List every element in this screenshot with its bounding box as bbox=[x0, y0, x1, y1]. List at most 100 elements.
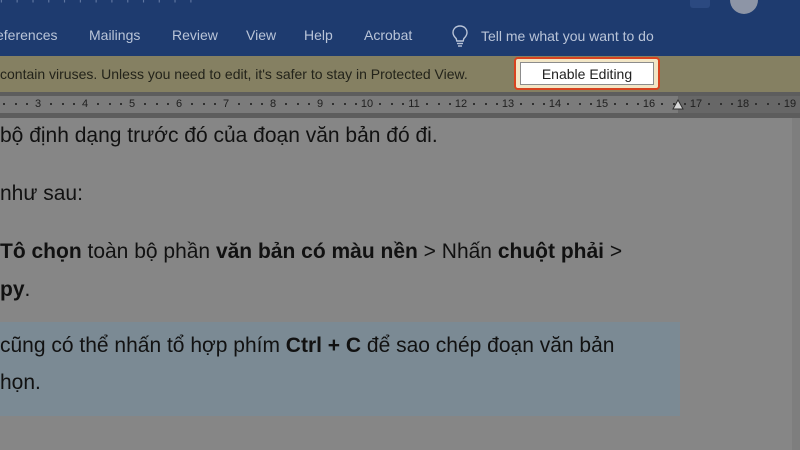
ruler-number: 16 bbox=[642, 98, 656, 110]
ruler-tick bbox=[331, 103, 334, 105]
horizontal-ruler: 3 4 5 6 7 8 9 10 11 12 13 14 15 16 17 18 19 bbox=[0, 92, 800, 118]
doc-text: > Nhấn bbox=[417, 240, 498, 263]
title-bar-button[interactable] bbox=[690, 0, 710, 8]
ruler-tick bbox=[96, 103, 99, 105]
ruler-tick bbox=[378, 103, 381, 105]
tell-me-label: Tell me what you want to do bbox=[481, 28, 654, 44]
tell-me-search[interactable]: Tell me what you want to do bbox=[450, 24, 654, 48]
ruler-tick bbox=[578, 103, 581, 105]
ruler-tick bbox=[496, 103, 499, 105]
doc-text-bold: chuột phải bbox=[497, 240, 604, 263]
ruler-tick bbox=[249, 103, 252, 105]
ruler-number: 12 bbox=[454, 98, 468, 110]
ruler-number: 19 bbox=[783, 98, 797, 110]
document-page[interactable]: bộ định dạng trước đó của đoạn văn bản đ… bbox=[0, 118, 792, 450]
right-indent-marker-icon[interactable] bbox=[672, 99, 684, 111]
avatar[interactable] bbox=[730, 0, 758, 14]
ruler-tick bbox=[754, 103, 757, 105]
ruler-tick bbox=[284, 103, 287, 105]
ruler-tick bbox=[61, 103, 64, 105]
tab-mailings[interactable]: Mailings bbox=[89, 27, 140, 43]
title-bar: ⌐ ⌐ ⌐ ⌐ ⌐ ⌐ ⌐ ⌐ ⌐ ⌐ ⌐ ⌐ ⌐ bbox=[0, 0, 800, 16]
ruler-tick bbox=[425, 103, 428, 105]
ruler-tick bbox=[296, 103, 299, 105]
ruler-number: 18 bbox=[736, 98, 750, 110]
ribbon-tabs: eferences Mailings Review View Help Acro… bbox=[0, 16, 800, 56]
ruler-tick bbox=[261, 103, 264, 105]
ruler-tick bbox=[778, 103, 781, 105]
ruler-tick bbox=[390, 103, 393, 105]
doc-text-bold: Ctrl + C bbox=[285, 334, 362, 357]
enable-editing-button[interactable]: Enable Editing bbox=[520, 62, 654, 85]
ruler-tick bbox=[449, 103, 452, 105]
tab-help[interactable]: Help bbox=[304, 27, 333, 43]
ruler-tick bbox=[14, 103, 17, 105]
tab-references[interactable]: eferences bbox=[0, 27, 57, 43]
ruler-tick bbox=[402, 103, 405, 105]
doc-text: để sao chép đoạn văn bản bbox=[361, 334, 615, 357]
ruler-tick bbox=[625, 103, 628, 105]
doc-text: > bbox=[604, 240, 623, 263]
protected-view-message: contain viruses. Unless you need to edit… bbox=[0, 66, 468, 82]
doc-text-bold: văn bản có màu nền bbox=[215, 240, 418, 263]
ruler-tick bbox=[143, 103, 146, 105]
ruler-tick bbox=[108, 103, 111, 105]
doc-text: . bbox=[24, 278, 31, 301]
ruler-number: 6 bbox=[175, 98, 183, 110]
ruler-tick bbox=[590, 103, 593, 105]
document-area: bộ định dạng trước đó của đoạn văn bản đ… bbox=[0, 118, 800, 450]
ruler-tick bbox=[719, 103, 722, 105]
ruler-number: 17 bbox=[689, 98, 703, 110]
ruler-tick bbox=[190, 103, 193, 105]
doc-line-2: như sau: bbox=[0, 182, 83, 205]
ruler-tick bbox=[308, 103, 311, 105]
ruler-tick bbox=[214, 103, 217, 105]
doc-line-6: họn. bbox=[0, 371, 41, 394]
doc-text: cũng có thể nhấn tổ hợp phím bbox=[0, 334, 286, 357]
ruler-number: 10 bbox=[360, 98, 374, 110]
ruler-tick bbox=[49, 103, 52, 105]
ruler-tick bbox=[202, 103, 205, 105]
tab-view[interactable]: View bbox=[246, 27, 276, 43]
ruler-tick bbox=[237, 103, 240, 105]
doc-text-bold: py bbox=[0, 278, 25, 301]
ruler-number: 13 bbox=[501, 98, 515, 110]
ruler-number: 11 bbox=[408, 98, 420, 110]
scrollbar[interactable] bbox=[792, 118, 800, 450]
doc-text: toàn bộ phần bbox=[81, 240, 216, 263]
ruler-tick bbox=[472, 103, 475, 105]
protected-view-bar: contain viruses. Unless you need to edit… bbox=[0, 56, 800, 92]
enable-editing-highlight: Enable Editing bbox=[514, 57, 660, 90]
doc-line-5: cũng có thể nhấn tổ hợp phím Ctrl + C để… bbox=[0, 334, 614, 358]
ruler-tick bbox=[660, 103, 663, 105]
ruler-number: 14 bbox=[548, 98, 562, 110]
doc-line-4: py. bbox=[0, 278, 30, 302]
ruler-number: 3 bbox=[34, 98, 42, 110]
ruler-number: 15 bbox=[595, 98, 609, 110]
ruler-tick bbox=[531, 103, 534, 105]
doc-line-3: Tô chọn toàn bộ phần văn bản có màu nền … bbox=[0, 240, 622, 264]
ruler-tick bbox=[155, 103, 158, 105]
ruler-tick bbox=[707, 103, 710, 105]
ruler-tick bbox=[343, 103, 346, 105]
title-bar-ghost: ⌐ ⌐ ⌐ ⌐ ⌐ ⌐ ⌐ ⌐ ⌐ ⌐ ⌐ ⌐ ⌐ bbox=[0, 0, 200, 9]
ruler-tick bbox=[543, 103, 546, 105]
doc-text-bold: Tô chọn bbox=[0, 240, 82, 263]
tab-acrobat[interactable]: Acrobat bbox=[364, 27, 412, 43]
ruler-tick bbox=[519, 103, 522, 105]
ruler-number: 7 bbox=[222, 98, 230, 110]
ruler-number: 8 bbox=[269, 98, 277, 110]
ruler-tick bbox=[766, 103, 769, 105]
ruler-tick bbox=[566, 103, 569, 105]
ruler-tick bbox=[26, 103, 29, 105]
ruler-tick bbox=[120, 103, 123, 105]
ruler-number: 5 bbox=[128, 98, 136, 110]
ruler-tick bbox=[167, 103, 170, 105]
lightbulb-icon bbox=[452, 25, 468, 47]
ruler-tick bbox=[437, 103, 440, 105]
ruler-tick bbox=[2, 103, 5, 105]
ruler-tick bbox=[613, 103, 616, 105]
ruler-tick bbox=[637, 103, 640, 105]
ruler-tick bbox=[484, 103, 487, 105]
tab-review[interactable]: Review bbox=[172, 27, 218, 43]
